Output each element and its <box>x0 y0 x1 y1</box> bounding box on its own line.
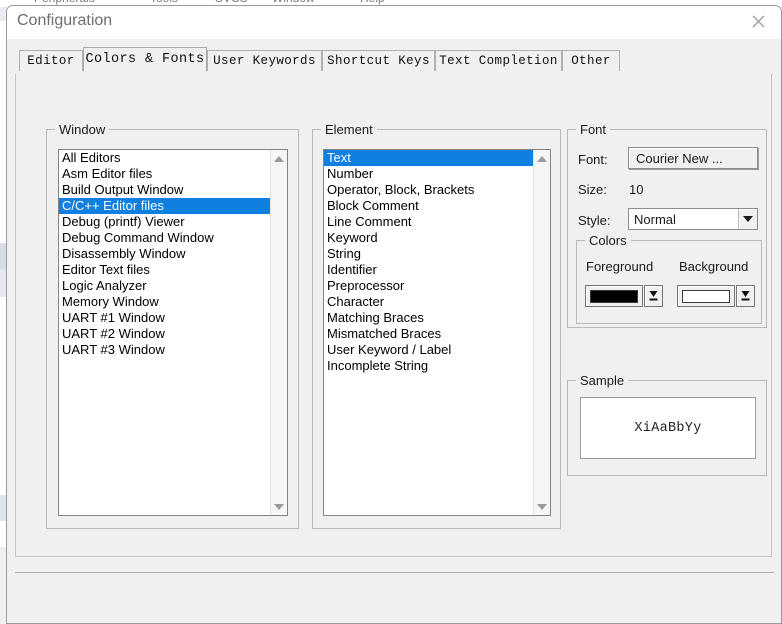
background-dropdown-icon[interactable] <box>736 285 755 307</box>
list-item[interactable]: Preprocessor <box>324 278 533 294</box>
list-item[interactable]: Disassembly Window <box>59 246 270 262</box>
list-item[interactable]: UART #1 Window <box>59 310 270 326</box>
size-label: Size: <box>578 182 607 197</box>
chevron-down-icon[interactable] <box>738 209 757 229</box>
scroll-up-icon[interactable] <box>534 150 550 167</box>
tab-colors-and-fonts[interactable]: Colors & Fonts <box>83 47 207 72</box>
list-item[interactable]: Asm Editor files <box>59 166 270 182</box>
list-item[interactable]: Build Output Window <box>59 182 270 198</box>
tab-text-completion[interactable]: Text Completion <box>435 50 562 71</box>
close-icon[interactable] <box>735 6 781 37</box>
window-listbox[interactable]: All Editors Asm Editor files Build Outpu… <box>58 149 288 516</box>
list-item-selected[interactable]: Text <box>324 150 533 166</box>
tab-shortcut-keys[interactable]: Shortcut Keys <box>322 50 435 71</box>
list-item[interactable]: Mismatched Braces <box>324 326 533 342</box>
style-label: Style: <box>578 213 611 228</box>
scroll-up-icon[interactable] <box>271 150 287 167</box>
sample-preview-box: XiAaBbYy <box>580 397 756 459</box>
window-list-scrollbar[interactable] <box>270 150 287 515</box>
tab-editor[interactable]: Editor <box>19 50 83 71</box>
background-color-swatch <box>682 289 730 303</box>
button-bar-separator <box>15 572 774 573</box>
foreground-color-swatch <box>590 289 638 303</box>
scroll-down-icon[interactable] <box>534 498 550 515</box>
dialog-titlebar: Configuration <box>7 6 781 39</box>
list-item[interactable]: Editor Text files <box>59 262 270 278</box>
list-item[interactable]: Keyword <box>324 230 533 246</box>
list-item[interactable]: String <box>324 246 533 262</box>
element-group-title: Element <box>321 122 377 137</box>
list-item[interactable]: Matching Braces <box>324 310 533 326</box>
list-item[interactable]: Number <box>324 166 533 182</box>
tab-user-keywords[interactable]: User Keywords <box>207 50 322 71</box>
list-item[interactable]: Identifier <box>324 262 533 278</box>
colors-group-title: Colors <box>585 233 631 248</box>
window-group: Window All Editors Asm Editor files Buil… <box>46 122 299 529</box>
style-dropdown[interactable]: Normal <box>628 208 758 230</box>
list-item[interactable]: UART #3 Window <box>59 342 270 358</box>
sample-text: XiAaBbYy <box>634 420 702 436</box>
list-item[interactable]: Logic Analyzer <box>59 278 270 294</box>
list-item[interactable]: All Editors <box>59 150 270 166</box>
element-listbox[interactable]: Text Number Operator, Block, Brackets Bl… <box>323 149 551 516</box>
list-item[interactable]: Debug (printf) Viewer <box>59 214 270 230</box>
dialog-client-area: Editor Colors & Fonts User Keywords Shor… <box>7 39 781 623</box>
font-label: Font: <box>578 152 608 167</box>
configuration-dialog: Configuration Editor Colors & Fonts User… <box>6 5 782 624</box>
foreground-swatch-button[interactable] <box>585 285 643 307</box>
tab-other[interactable]: Other <box>562 50 620 71</box>
window-list-items: All Editors Asm Editor files Build Outpu… <box>59 150 270 515</box>
dialog-title: Configuration <box>17 12 113 29</box>
style-value: Normal <box>634 211 676 227</box>
screen: Peripherals Tools SVCS Window Help Confi… <box>0 0 782 624</box>
sample-group-title: Sample <box>576 373 629 388</box>
list-item[interactable]: Incomplete String <box>324 358 533 374</box>
background-label: Background <box>679 259 749 274</box>
list-item[interactable]: Block Comment <box>324 198 533 214</box>
sample-group: Sample XiAaBbYy <box>567 373 767 476</box>
element-list-items: Text Number Operator, Block, Brackets Bl… <box>324 150 533 515</box>
font-select-button[interactable]: Courier New ... <box>628 147 758 169</box>
tab-page-colors-and-fonts: Window All Editors Asm Editor files Buil… <box>15 74 772 557</box>
font-group-title: Font <box>576 122 611 137</box>
list-item[interactable]: Line Comment <box>324 214 533 230</box>
size-value: 10 <box>629 182 644 197</box>
foreground-color-picker[interactable] <box>585 285 663 307</box>
element-list-scrollbar[interactable] <box>533 150 550 515</box>
list-item[interactable]: Character <box>324 294 533 310</box>
list-item[interactable]: Memory Window <box>59 294 270 310</box>
colors-group: Colors Foreground Background <box>576 233 762 324</box>
foreground-dropdown-icon[interactable] <box>644 285 663 307</box>
list-item-selected[interactable]: C/C++ Editor files <box>59 198 270 214</box>
list-item[interactable]: Debug Command Window <box>59 230 270 246</box>
background-swatch-button[interactable] <box>677 285 735 307</box>
tab-strip: Editor Colors & Fonts User Keywords Shor… <box>19 47 769 72</box>
font-group: Font Font: Courier New ... Size: 10 Styl… <box>567 122 767 328</box>
foreground-label: Foreground <box>586 259 654 274</box>
list-item[interactable]: UART #2 Window <box>59 326 270 342</box>
element-group: Element Text Number Operator, Block, Bra… <box>312 122 561 529</box>
background-color-picker[interactable] <box>677 285 755 307</box>
list-item[interactable]: User Keyword / Label <box>324 342 533 358</box>
list-item[interactable]: Operator, Block, Brackets <box>324 182 533 198</box>
window-group-title: Window <box>55 122 110 137</box>
scroll-down-icon[interactable] <box>271 498 287 515</box>
